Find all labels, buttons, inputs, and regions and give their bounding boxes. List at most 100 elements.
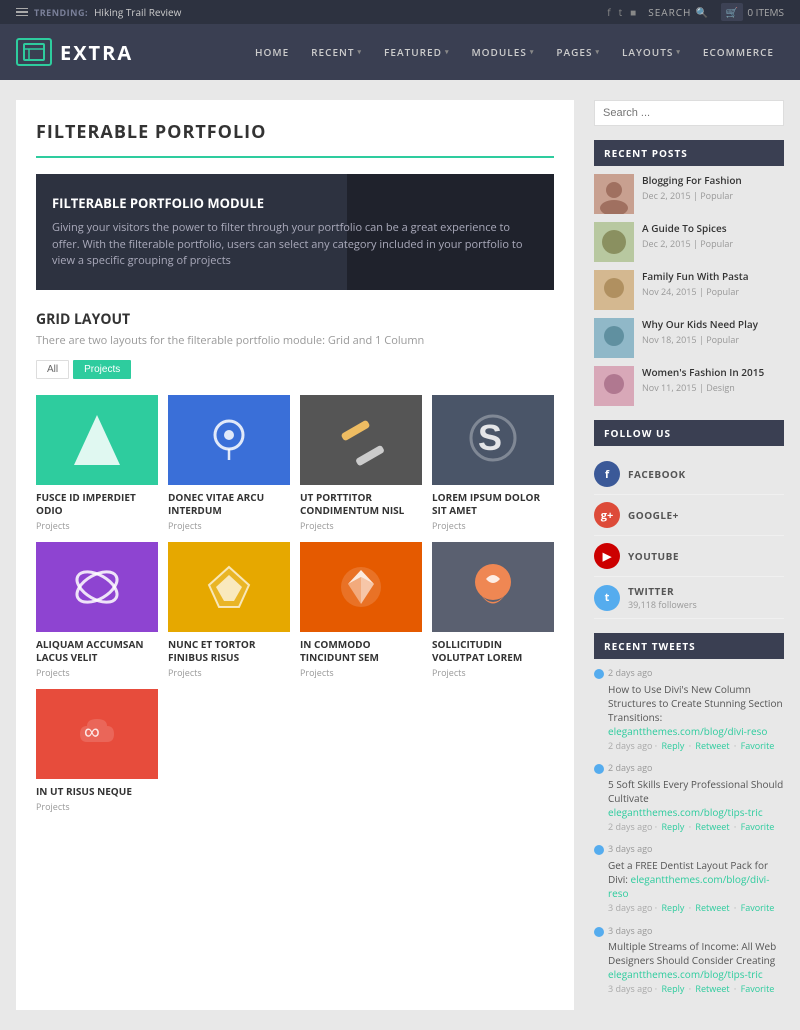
- top-bar: TRENDING: Hiking Trail Review f t ■ SEAR…: [0, 0, 800, 24]
- recent-post-info-3: Why Our Kids Need Play Nov 18, 2015 | Po…: [642, 318, 784, 346]
- portfolio-item-title-6: IN COMMODO TINCIDUNT SEM: [300, 638, 422, 664]
- tweet-retweet-0[interactable]: Retweet: [695, 739, 729, 752]
- filter-projects-button[interactable]: Projects: [73, 360, 131, 379]
- recent-post-3[interactable]: Why Our Kids Need Play Nov 18, 2015 | Po…: [594, 318, 784, 358]
- nav-layouts[interactable]: LAYOUTS▾: [612, 37, 691, 67]
- portfolio-item-3[interactable]: S LOREM IPSUM DOLOR SIT AMET Projects: [432, 395, 554, 532]
- follow-youtube[interactable]: ▶ YOUTUBE: [594, 536, 784, 577]
- recent-post-thumb-0: [594, 174, 634, 214]
- tweet-favorite-3[interactable]: Favorite: [741, 982, 775, 995]
- tweet-retweet-2[interactable]: Retweet: [695, 901, 729, 914]
- cart-area[interactable]: 🛒 0 ITEMS: [721, 3, 784, 21]
- follow-facebook[interactable]: f FACEBOOK: [594, 454, 784, 495]
- nav-ecommerce[interactable]: ECOMMERCE: [693, 37, 784, 67]
- tweet-link-1[interactable]: elegantthemes.com/blog/tips-tric: [608, 805, 763, 819]
- search-area[interactable]: SEARCH 🔍: [648, 5, 709, 19]
- recent-post-title-2[interactable]: Family Fun With Pasta: [642, 270, 784, 283]
- portfolio-thumb-6: [300, 542, 422, 632]
- portfolio-item-8[interactable]: ∞ IN UT RISUS NEQUE Projects: [36, 689, 158, 813]
- nav-recent[interactable]: RECENT▾: [301, 37, 372, 67]
- logo[interactable]: EXTRA: [16, 38, 133, 66]
- portfolio-item-cat-6: Projects: [300, 666, 422, 679]
- tweet-link-0[interactable]: elegantthemes.com/blog/divi-reso: [608, 724, 767, 738]
- follow-youtube-name: YOUTUBE: [628, 549, 679, 563]
- follow-twitter[interactable]: t TWITTER 39,118 followers: [594, 577, 784, 619]
- portfolio-item-7[interactable]: SOLLICITUDIN VOLUTPAT LOREM Projects: [432, 542, 554, 679]
- top-bar-right: f t ■ SEARCH 🔍 🛒 0 ITEMS: [607, 3, 784, 21]
- follow-twitter-info: TWITTER 39,118 followers: [628, 584, 697, 611]
- youtube-icon: ▶: [594, 543, 620, 569]
- nav-pages[interactable]: PAGES▾: [546, 37, 610, 67]
- portfolio-thumb-8: ∞: [36, 689, 158, 779]
- recent-post-0[interactable]: Blogging For Fashion Dec 2, 2015 | Popul…: [594, 174, 784, 214]
- googleplus-icon: g+: [594, 502, 620, 528]
- recent-post-2[interactable]: Family Fun With Pasta Nov 24, 2015 | Pop…: [594, 270, 784, 310]
- recent-post-4[interactable]: Women's Fashion In 2015 Nov 11, 2015 | D…: [594, 366, 784, 406]
- portfolio-item-title-4: ALIQUAM ACCUMSAN LACUS VELIT: [36, 638, 158, 664]
- recent-post-title-1[interactable]: A Guide To Spices: [642, 222, 784, 235]
- filter-all-button[interactable]: All: [36, 360, 69, 379]
- logo-icon: [16, 38, 52, 66]
- portfolio-item-0[interactable]: FUSCE ID IMPERDIET ODIO Projects: [36, 395, 158, 532]
- tweet-0: 2 days ago How to Use Divi's New Column …: [594, 667, 784, 752]
- chevron-down-icon: ▾: [530, 48, 535, 57]
- nav-featured[interactable]: FEATURED▾: [374, 37, 459, 67]
- svg-text:S: S: [478, 417, 502, 458]
- portfolio-item-title-1: DONEC VITAE ARCU INTERDUM: [168, 491, 290, 517]
- nav-modules[interactable]: MODULES▾: [461, 37, 544, 67]
- portfolio-item-1[interactable]: DONEC VITAE ARCU INTERDUM Projects: [168, 395, 290, 532]
- portfolio-thumb-7: [432, 542, 554, 632]
- nav-items: HOME RECENT▾ FEATURED▾ MODULES▾ PAGES▾ L…: [173, 37, 784, 67]
- chevron-down-icon: ▾: [445, 48, 450, 57]
- follow-googleplus[interactable]: g+ GOOGLE+: [594, 495, 784, 536]
- follow-us-title: FOLLOW US: [594, 420, 784, 446]
- tweet-favorite-1[interactable]: Favorite: [741, 820, 775, 833]
- portfolio-item-cat-5: Projects: [168, 666, 290, 679]
- recent-posts-title: RECENT POSTS: [594, 140, 784, 166]
- recent-post-title-4[interactable]: Women's Fashion In 2015: [642, 366, 784, 379]
- portfolio-item-4[interactable]: ALIQUAM ACCUMSAN LACUS VELIT Projects: [36, 542, 158, 679]
- portfolio-item-5[interactable]: NUNC ET TORTOR FINIBUS RISUS Projects: [168, 542, 290, 679]
- top-bar-left: TRENDING: Hiking Trail Review: [16, 5, 181, 19]
- chevron-down-icon: ▾: [595, 48, 600, 57]
- tweet-2: 3 days ago Get a FREE Dentist Layout Pac…: [594, 843, 784, 914]
- twitter-icon[interactable]: t: [619, 5, 623, 19]
- nav-home[interactable]: HOME: [245, 37, 299, 67]
- portfolio-item-title-2: UT PORTTITOR CONDIMENTUM NISL: [300, 491, 422, 517]
- tweet-favorite-0[interactable]: Favorite: [741, 739, 775, 752]
- tweet-retweet-3[interactable]: Retweet: [695, 982, 729, 995]
- recent-post-info-2: Family Fun With Pasta Nov 24, 2015 | Pop…: [642, 270, 784, 298]
- search-label: SEARCH: [648, 5, 691, 19]
- tweet-reply-2[interactable]: Reply: [661, 901, 684, 914]
- tweet-link-3[interactable]: elegantthemes.com/blog/tips-tric: [608, 967, 763, 981]
- page-title: FILTERABLE PORTFOLIO: [36, 120, 554, 158]
- portfolio-thumb-3: S: [432, 395, 554, 485]
- facebook-icon[interactable]: f: [607, 5, 610, 19]
- hamburger-menu[interactable]: [16, 8, 28, 17]
- tweet-reply-1[interactable]: Reply: [661, 820, 684, 833]
- recent-post-info-0: Blogging For Fashion Dec 2, 2015 | Popul…: [642, 174, 784, 202]
- hero-title: FILTERABLE PORTFOLIO MODULE: [52, 194, 538, 212]
- portfolio-item-6[interactable]: IN COMMODO TINCIDUNT SEM Projects: [300, 542, 422, 679]
- sidebar-search-input[interactable]: [594, 100, 784, 126]
- cart-icon: 🛒: [721, 3, 743, 21]
- recent-post-meta-4: Nov 11, 2015 | Design: [642, 381, 784, 394]
- tweet-favorite-2[interactable]: Favorite: [741, 901, 775, 914]
- hero-text: Giving your visitors the power to filter…: [52, 220, 538, 270]
- portfolio-thumb-4: [36, 542, 158, 632]
- facebook-icon: f: [594, 461, 620, 487]
- recent-post-1[interactable]: A Guide To Spices Dec 2, 2015 | Popular: [594, 222, 784, 262]
- recent-post-thumb-2: [594, 270, 634, 310]
- tweet-link-2[interactable]: elegantthemes.com/blog/divi-reso: [608, 872, 769, 900]
- tweet-retweet-1[interactable]: Retweet: [695, 820, 729, 833]
- portfolio-item-2[interactable]: UT PORTTITOR CONDIMENTUM NISL Projects: [300, 395, 422, 532]
- instagram-icon[interactable]: ■: [630, 5, 636, 19]
- tweet-reply-0[interactable]: Reply: [661, 739, 684, 752]
- recent-post-title-0[interactable]: Blogging For Fashion: [642, 174, 784, 187]
- tweet-actions-2: 3 days ago · Reply · Retweet · Favorite: [608, 902, 784, 915]
- tweet-reply-3[interactable]: Reply: [661, 982, 684, 995]
- recent-post-title-3[interactable]: Why Our Kids Need Play: [642, 318, 784, 331]
- logo-text: EXTRA: [60, 39, 133, 66]
- recent-post-meta-3: Nov 18, 2015 | Popular: [642, 333, 784, 346]
- sidebar-search: [594, 100, 784, 126]
